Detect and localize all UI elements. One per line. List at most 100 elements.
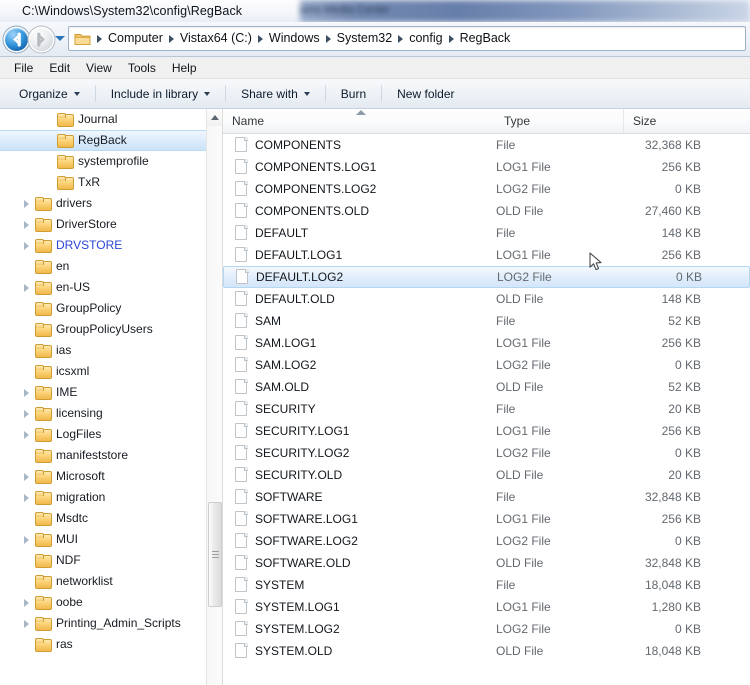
tree-item-grouppolicyusers[interactable]: GroupPolicyUsers	[0, 319, 206, 340]
menu-tools[interactable]: Tools	[120, 58, 164, 78]
menu-edit[interactable]: Edit	[41, 58, 78, 78]
tree-item-en-us[interactable]: en-US	[0, 277, 206, 298]
tree-item-oobe[interactable]: oobe	[0, 592, 206, 613]
table-row[interactable]: COMPONENTS.LOG2 LOG2 File 0 KB	[223, 178, 750, 200]
forward-button[interactable]	[30, 28, 53, 51]
burn-button[interactable]: Burn	[330, 82, 377, 106]
recent-pages-dropdown-icon[interactable]	[55, 36, 65, 41]
table-row[interactable]: DEFAULT.OLD OLD File 148 KB	[223, 288, 750, 310]
breadcrumb[interactable]: Computer Vistax64 (C:) Windows System32 …	[68, 26, 746, 51]
breadcrumb-item-computer[interactable]: Computer	[104, 28, 167, 49]
tree-item-printing-admin-scripts[interactable]: Printing_Admin_Scripts	[0, 613, 206, 634]
tree-item-journal[interactable]: Journal	[0, 109, 206, 130]
table-row[interactable]: COMPONENTS.LOG1 LOG1 File 256 KB	[223, 156, 750, 178]
table-row[interactable]: DEFAULT File 148 KB	[223, 222, 750, 244]
tree-item-migration[interactable]: migration	[0, 487, 206, 508]
table-row[interactable]: SYSTEM.LOG2 LOG2 File 0 KB	[223, 618, 750, 640]
table-row[interactable]: COMPONENTS.OLD OLD File 27,460 KB	[223, 200, 750, 222]
table-row[interactable]: SECURITY.LOG1 LOG1 File 256 KB	[223, 420, 750, 442]
menu-file[interactable]: File	[6, 58, 41, 78]
nav-scrollbar-thumb[interactable]	[208, 502, 222, 607]
nav-scrollbar-track[interactable]	[207, 126, 222, 685]
tree-item-drivers[interactable]: drivers	[0, 193, 206, 214]
tree-item-label: Journal	[78, 112, 118, 126]
back-button[interactable]	[5, 28, 28, 51]
tree-item-driverstore[interactable]: DriverStore	[0, 214, 206, 235]
tree-item-licensing[interactable]: licensing	[0, 403, 206, 424]
tree-item-ndf[interactable]: NDF	[0, 550, 206, 571]
tree-item-en[interactable]: en	[0, 256, 206, 277]
breadcrumb-item-windows[interactable]: Windows	[265, 28, 324, 49]
breadcrumb-item-regback[interactable]: RegBack	[456, 28, 515, 49]
breadcrumb-separator-2[interactable]	[257, 34, 263, 43]
expand-chevron-icon[interactable]	[20, 487, 35, 508]
organize-button[interactable]: Organize	[8, 82, 91, 106]
table-row[interactable]: SECURITY File 20 KB	[223, 398, 750, 420]
menu-view[interactable]: View	[78, 58, 120, 78]
tree-item-networklist[interactable]: networklist	[0, 571, 206, 592]
table-row[interactable]: SOFTWARE.LOG2 LOG2 File 0 KB	[223, 530, 750, 552]
table-row[interactable]: DEFAULT.LOG2 LOG2 File 0 KB	[223, 266, 750, 288]
table-row[interactable]: SAM.LOG1 LOG1 File 256 KB	[223, 332, 750, 354]
expand-chevron-icon[interactable]	[20, 277, 35, 298]
expand-chevron-icon[interactable]	[20, 403, 35, 424]
expand-chevron-icon[interactable]	[20, 235, 35, 256]
column-header-type[interactable]: Type	[495, 109, 623, 133]
breadcrumb-separator-3[interactable]	[325, 34, 331, 43]
expand-chevron-icon[interactable]	[20, 214, 35, 235]
scroll-up-arrow-icon[interactable]	[207, 109, 222, 126]
column-header-size[interactable]: Size	[623, 109, 750, 133]
expand-chevron-icon[interactable]	[20, 529, 35, 550]
table-row[interactable]: COMPONENTS File 32,368 KB	[223, 134, 750, 156]
table-row[interactable]: SECURITY.LOG2 LOG2 File 0 KB	[223, 442, 750, 464]
tree-item-ias[interactable]: ias	[0, 340, 206, 361]
table-row[interactable]: SOFTWARE.OLD OLD File 32,848 KB	[223, 552, 750, 574]
tree-item-drvstore[interactable]: DRVSTORE	[0, 235, 206, 256]
include-in-library-button[interactable]: Include in library	[100, 82, 221, 106]
tree-item-txr[interactable]: TxR	[0, 172, 206, 193]
table-row[interactable]: SECURITY.OLD OLD File 20 KB	[223, 464, 750, 486]
table-row[interactable]: SAM File 52 KB	[223, 310, 750, 332]
table-row[interactable]: SOFTWARE File 32,848 KB	[223, 486, 750, 508]
tree-item-regback[interactable]: RegBack	[0, 130, 206, 151]
breadcrumb-item-config[interactable]: config	[405, 28, 446, 49]
breadcrumb-item-system32[interactable]: System32	[333, 28, 397, 49]
tree-item-grouppolicy[interactable]: GroupPolicy	[0, 298, 206, 319]
tree-item-logfiles[interactable]: LogFiles	[0, 424, 206, 445]
breadcrumb-separator-5[interactable]	[448, 34, 454, 43]
share-with-button[interactable]: Share with	[230, 82, 321, 106]
tree-item-msdtc[interactable]: Msdtc	[0, 508, 206, 529]
tree-item-ras[interactable]: ras	[0, 634, 206, 655]
expand-chevron-icon[interactable]	[20, 193, 35, 214]
new-folder-button[interactable]: New folder	[386, 82, 465, 106]
file-type-cell: LOG2 File	[496, 182, 551, 196]
breadcrumb-separator-1[interactable]	[168, 34, 174, 43]
tree-item-microsoft[interactable]: Microsoft	[0, 466, 206, 487]
table-row[interactable]: SAM.LOG2 LOG2 File 0 KB	[223, 354, 750, 376]
table-row[interactable]: SYSTEM.OLD OLD File 18,048 KB	[223, 640, 750, 662]
expand-chevron-icon[interactable]	[20, 592, 35, 613]
nav-pane-scrollbar[interactable]	[206, 109, 222, 685]
breadcrumb-separator-0[interactable]	[97, 34, 102, 43]
tree-item-label: TxR	[78, 175, 100, 189]
tree-item-mui[interactable]: MUI	[0, 529, 206, 550]
table-row[interactable]: DEFAULT.LOG1 LOG1 File 256 KB	[223, 244, 750, 266]
table-row[interactable]: SYSTEM.LOG1 LOG1 File 1,280 KB	[223, 596, 750, 618]
tree-item-systemprofile[interactable]: systemprofile	[0, 151, 206, 172]
expand-chevron-icon[interactable]	[20, 613, 35, 634]
file-icon	[235, 159, 248, 175]
menu-help[interactable]: Help	[164, 58, 205, 78]
breadcrumb-separator-4[interactable]	[398, 34, 404, 43]
tree-item-ime[interactable]: IME	[0, 382, 206, 403]
expand-chevron-icon[interactable]	[20, 466, 35, 487]
expand-chevron-icon[interactable]	[20, 382, 35, 403]
table-row[interactable]: SYSTEM File 18,048 KB	[223, 574, 750, 596]
tree-item-icsxml[interactable]: icsxml	[0, 361, 206, 382]
tree-item-manifeststore[interactable]: manifeststore	[0, 445, 206, 466]
file-type-cell: LOG1 File	[496, 160, 551, 174]
table-row[interactable]: SAM.OLD OLD File 52 KB	[223, 376, 750, 398]
expand-chevron-icon[interactable]	[20, 424, 35, 445]
table-row[interactable]: SOFTWARE.LOG1 LOG1 File 256 KB	[223, 508, 750, 530]
breadcrumb-item-vistax64-c[interactable]: Vistax64 (C:)	[176, 28, 256, 49]
